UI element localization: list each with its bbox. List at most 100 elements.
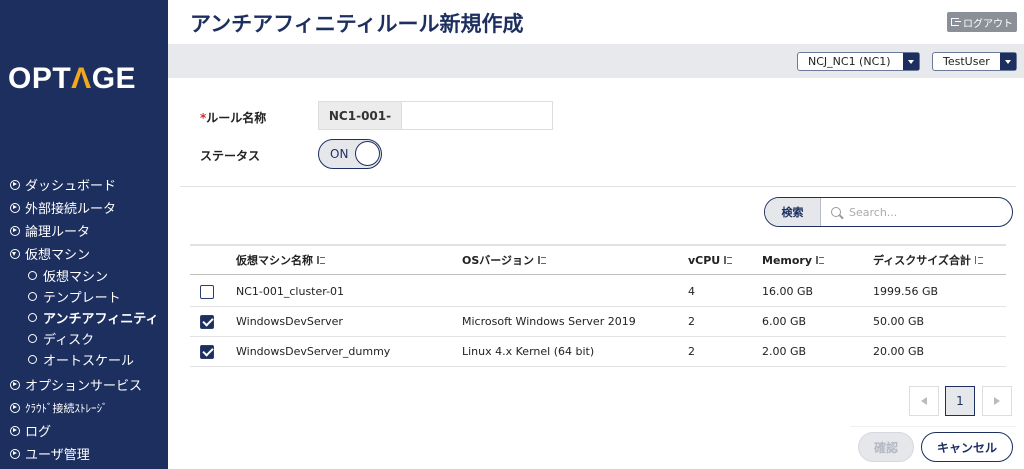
column-header-label: 仮想マシン名称 xyxy=(236,254,313,267)
arrow-circle-down-icon xyxy=(10,248,20,259)
table-row[interactable]: WindowsDevServer Microsoft Windows Serve… xyxy=(190,307,1006,337)
row-checkbox-cell xyxy=(200,337,214,366)
sidebar-subitem-vm[interactable]: 仮想マシン xyxy=(0,265,168,286)
user-select[interactable]: TestUser xyxy=(932,52,1017,71)
sidebar-item-label: オプションサービス xyxy=(25,379,143,394)
sidebar-item-label: 仮想マシン xyxy=(25,248,91,263)
sidebar-item-user-management[interactable]: ユーザ管理 xyxy=(0,442,168,465)
search-button[interactable]: 検索 xyxy=(765,198,821,226)
sidebar-subitem-label: 仮想マシン xyxy=(43,270,109,285)
rule-name-label-text: ルール名称 xyxy=(206,111,267,125)
table-row[interactable]: NC1-001_cluster-01 4 16.00 GB 1999.56 GB xyxy=(190,277,1006,307)
sort-icon xyxy=(317,256,325,264)
vcpu-cell: 4 xyxy=(688,285,695,298)
sort-icon xyxy=(974,256,983,264)
sidebar-subitem-autoscale[interactable]: オートスケール xyxy=(0,349,168,370)
circle-icon xyxy=(28,271,37,280)
pagination-prev-button[interactable] xyxy=(909,386,939,416)
sidebar-item-virtual-machine[interactable]: 仮想マシン xyxy=(0,242,168,265)
logo-text-accent: Λ xyxy=(71,62,92,95)
pagination-page-button[interactable]: 1 xyxy=(945,386,975,416)
memory-cell: 6.00 GB xyxy=(762,315,807,328)
cancel-button[interactable]: キャンセル xyxy=(921,432,1013,462)
vm-name-cell: NC1-001_cluster-01 xyxy=(236,285,345,298)
sidebar-subitem-template[interactable]: テンプレート xyxy=(0,286,168,307)
disk-total-cell: 50.00 GB xyxy=(873,315,925,328)
column-header-label: Memory xyxy=(762,253,813,267)
row-checkbox-cell xyxy=(200,307,214,336)
os-version-cell: Microsoft Windows Server 2019 xyxy=(462,315,636,328)
column-header-label: ディスクサイズ合計 xyxy=(873,254,971,267)
arrow-circle-icon xyxy=(10,225,20,236)
sidebar-item-external-router[interactable]: 外部接続ルータ xyxy=(0,196,168,219)
sort-icon xyxy=(724,256,733,264)
logout-button[interactable]: ログアウト xyxy=(947,12,1017,32)
circle-icon xyxy=(28,292,37,301)
sidebar-item-logical-router[interactable]: 論理ルータ xyxy=(0,219,168,242)
sidebar-subitem-anti-affinity[interactable]: アンチアフィニティ xyxy=(0,307,168,328)
rule-name-input[interactable] xyxy=(402,101,553,130)
sidebar-subitem-label: ディスク xyxy=(43,333,95,348)
vcpu-cell: 2 xyxy=(688,345,695,358)
column-header-label: vCPU xyxy=(688,253,721,267)
logout-label: ログアウト xyxy=(963,18,1013,30)
column-header-memory[interactable]: Memory xyxy=(762,246,825,274)
os-version-cell: Linux 4.x Kernel (64 bit) xyxy=(462,345,595,358)
sidebar: OPTΛGE ダッシュボード 外部接続ルータ 論理ルータ 仮想マシン 仮想マシン… xyxy=(0,0,168,469)
triangle-left-icon xyxy=(921,397,927,405)
arrow-circle-icon xyxy=(10,379,20,390)
sidebar-nav: ダッシュボード 外部接続ルータ 論理ルータ 仮想マシン 仮想マシン テンプレート… xyxy=(0,173,168,465)
logo-text-right: GE xyxy=(91,62,137,95)
status-toggle[interactable]: ON xyxy=(318,139,382,169)
arrow-circle-icon xyxy=(10,202,20,213)
row-checkbox[interactable] xyxy=(200,284,214,299)
column-header-label: OSバージョン xyxy=(462,254,535,267)
page-title: アンチアフィニティルール新規作成 xyxy=(190,12,524,36)
search-box: 検索 xyxy=(764,197,1013,227)
status-label: ステータス xyxy=(200,149,261,163)
logo-text-left: OPT xyxy=(8,62,72,95)
region-select[interactable]: NCJ_NC1 (NC1) xyxy=(797,52,920,71)
arrow-circle-icon xyxy=(10,448,20,459)
sidebar-item-label: ログ xyxy=(25,425,52,440)
row-checkbox-cell xyxy=(200,277,214,306)
pagination-next-button[interactable] xyxy=(982,386,1012,416)
sidebar-item-label: 外部接続ルータ xyxy=(25,202,117,217)
sidebar-item-cloud-storage[interactable]: ｸﾗｳﾄﾞ接続ｽﾄﾚｰｼﾞ xyxy=(0,396,168,419)
column-header-vm-name[interactable]: 仮想マシン名称 xyxy=(236,246,325,274)
column-header-os-version[interactable]: OSバージョン xyxy=(462,246,547,274)
arrow-circle-icon xyxy=(10,179,20,190)
sidebar-subitem-label: テンプレート xyxy=(43,291,121,306)
chevron-down-icon xyxy=(1000,53,1016,70)
sidebar-item-label: ダッシュボード xyxy=(25,179,117,194)
sidebar-subitem-disk[interactable]: ディスク xyxy=(0,328,168,349)
arrow-circle-icon xyxy=(10,425,20,436)
sidebar-item-label: ｸﾗｳﾄﾞ接続ｽﾄﾚｰｼﾞ xyxy=(25,401,108,415)
circle-icon xyxy=(28,355,37,364)
sidebar-item-option-service[interactable]: オプションサービス xyxy=(0,373,168,396)
logout-icon xyxy=(951,18,961,26)
confirm-button[interactable]: 確認 xyxy=(858,432,914,462)
sidebar-item-dashboard[interactable]: ダッシュボード xyxy=(0,173,168,196)
search-icon xyxy=(831,207,841,217)
table-header-row: 仮想マシン名称 OSバージョン vCPU Memory ディスクサイズ合計 xyxy=(190,244,1006,275)
footer-divider xyxy=(850,426,1016,427)
optage-logo: OPTΛGE xyxy=(8,62,136,96)
region-select-value: NCJ_NC1 (NC1) xyxy=(808,55,891,68)
toggle-knob xyxy=(355,141,380,166)
rule-name-label: *ルール名称 xyxy=(200,109,266,126)
section-divider xyxy=(180,186,1016,187)
memory-cell: 16.00 GB xyxy=(762,285,814,298)
sidebar-item-log[interactable]: ログ xyxy=(0,419,168,442)
column-header-vcpu[interactable]: vCPU xyxy=(688,246,733,274)
sort-icon xyxy=(816,256,825,264)
search-input[interactable] xyxy=(849,205,999,219)
disk-total-cell: 20.00 GB xyxy=(873,345,925,358)
row-checkbox[interactable] xyxy=(200,314,214,329)
vm-name-cell: WindowsDevServer xyxy=(236,315,343,328)
row-checkbox[interactable] xyxy=(200,344,214,359)
table-row[interactable]: WindowsDevServer_dummy Linux 4.x Kernel … xyxy=(190,337,1006,367)
status-toggle-label: ON xyxy=(330,147,349,161)
column-header-disk-total[interactable]: ディスクサイズ合計 xyxy=(873,246,983,274)
vm-name-cell: WindowsDevServer_dummy xyxy=(236,345,391,358)
